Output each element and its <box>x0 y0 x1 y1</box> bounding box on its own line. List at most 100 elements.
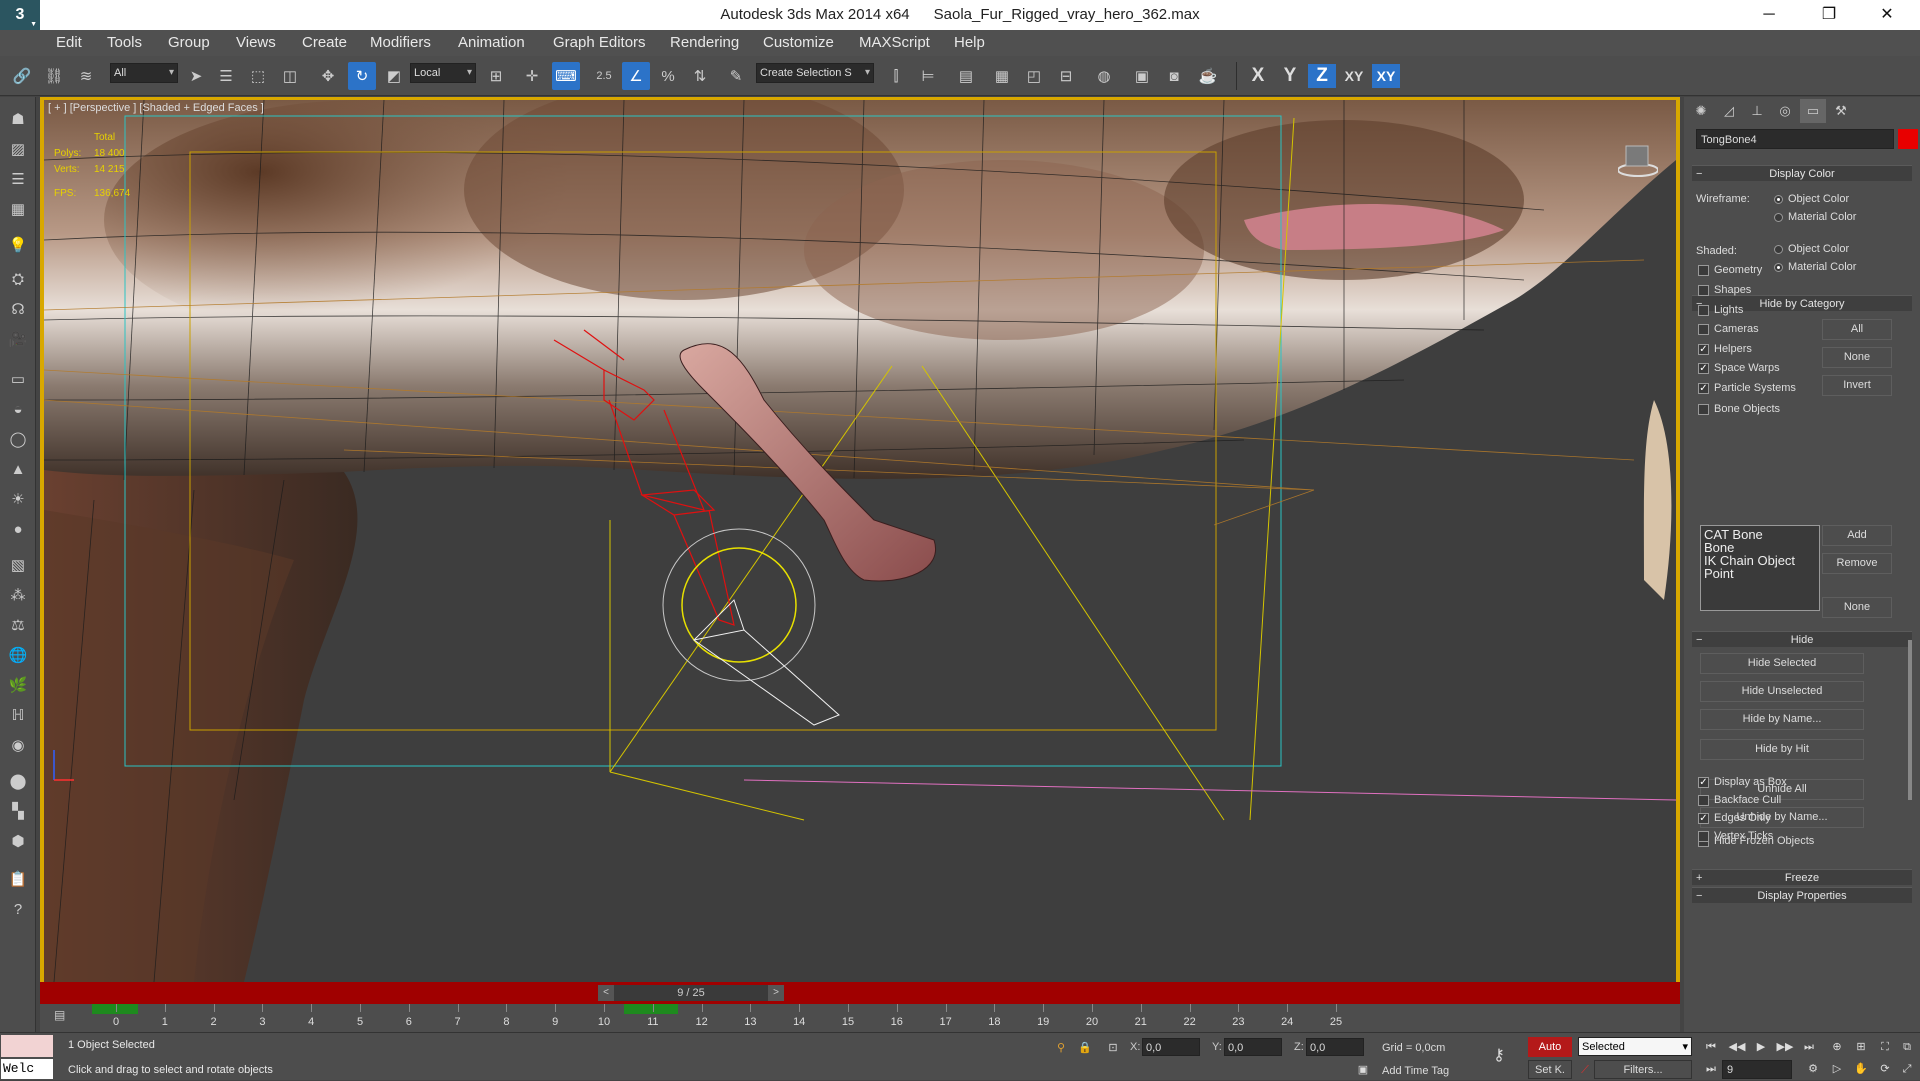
y-coord-field[interactable]: 0,0 <box>1224 1038 1282 1056</box>
display-property-checkbox[interactable]: ✓ <box>1698 777 1709 788</box>
graphite-toggle-icon[interactable]: ▦ <box>988 62 1016 90</box>
key-icon[interactable]: ⚷ <box>1490 1047 1508 1065</box>
previous-frame-icon[interactable]: ◀◀ <box>1728 1038 1746 1056</box>
teapot-icon[interactable]: ☗ <box>5 107 31 131</box>
category-checkbox[interactable] <box>1698 285 1709 296</box>
menu-group[interactable]: Group <box>168 30 210 56</box>
rotate-icon[interactable]: ↻ <box>348 62 376 90</box>
category-checkbox[interactable]: ✓ <box>1698 383 1709 394</box>
time-slider[interactable]: < 9 / 25 > <box>40 982 1680 1004</box>
maximize-viewport-icon[interactable]: ⤢ <box>1898 1060 1916 1078</box>
camera-icon[interactable]: 🎥 <box>5 327 31 351</box>
zoom-extents-all-icon[interactable]: ⧉ <box>1898 1038 1916 1056</box>
object-icon[interactable]: ◉ <box>5 733 31 757</box>
menu-rendering[interactable]: Rendering <box>670 30 739 56</box>
key-filter-selection-dropdown[interactable]: Selected ▾ <box>1578 1037 1692 1056</box>
menu-views[interactable]: Views <box>236 30 276 56</box>
menu-tools[interactable]: Tools <box>107 30 142 56</box>
plant-icon[interactable]: 🌿 <box>5 673 31 697</box>
isolate-selection-icon[interactable]: ⚲ <box>1052 1039 1070 1057</box>
menu-edit[interactable]: Edit <box>56 30 82 56</box>
bone-icon[interactable]: ☊ <box>5 297 31 321</box>
scale-icon[interactable]: ◩ <box>380 62 408 90</box>
category-checkbox[interactable] <box>1698 305 1709 316</box>
menu-maxscript[interactable]: MAXScript <box>859 30 930 56</box>
axis-x-button[interactable]: X <box>1244 64 1272 88</box>
field-of-view-icon[interactable]: ▷ <box>1828 1060 1846 1078</box>
rectangular-selection-icon[interactable]: ⬚ <box>244 62 272 90</box>
helper-icon[interactable]: ⛭ <box>5 267 31 291</box>
window-crossing-icon[interactable]: ◫ <box>276 62 304 90</box>
spinner-snap-icon[interactable]: ⇅ <box>686 62 714 90</box>
z-coord-field[interactable]: 0,0 <box>1306 1038 1364 1056</box>
display-property-checkbox[interactable] <box>1698 795 1709 806</box>
viewport-label[interactable]: [ + ] [Perspective ] [Shaded + Edged Fac… <box>48 102 264 114</box>
category-invert-button[interactable]: Invert <box>1822 375 1892 396</box>
angle-snap-icon[interactable]: ∠ <box>622 62 650 90</box>
globe-icon[interactable]: ⬤ <box>5 769 31 793</box>
orbit-icon[interactable]: ⟳ <box>1876 1060 1894 1078</box>
select-manipulate-icon[interactable]: ✛ <box>518 62 546 90</box>
axis-y-button[interactable]: Y <box>1276 64 1304 88</box>
image-icon[interactable]: ▨ <box>5 137 31 161</box>
schematic-view-icon[interactable]: ⊟ <box>1052 62 1080 90</box>
category-checkbox[interactable]: ✓ <box>1698 363 1709 374</box>
unlink-icon[interactable]: ⛓ <box>40 62 68 90</box>
cone-icon[interactable]: ▲ <box>5 457 31 481</box>
display-color-rollout[interactable]: − Display Color <box>1692 165 1912 181</box>
curve-editor-icon[interactable]: ◰ <box>1020 62 1048 90</box>
layer-manager-icon[interactable]: ▤ <box>952 62 980 90</box>
category-none-button[interactable]: None <box>1822 347 1892 368</box>
display-property-checkbox[interactable]: ✓ <box>1698 813 1709 824</box>
display-tab-icon[interactable]: ▭ <box>1800 99 1826 123</box>
box-icon[interactable]: ▭ <box>5 367 31 391</box>
command-panel-scrollbar[interactable] <box>1908 640 1912 800</box>
clipboard-icon[interactable]: 📋 <box>5 867 31 891</box>
motion-tab-icon[interactable]: ◎ <box>1772 99 1798 123</box>
hide-selected-button[interactable]: Hide Selected <box>1700 653 1864 674</box>
time-config-icon[interactable]: ⚙ <box>1804 1060 1822 1078</box>
category-checkbox[interactable] <box>1698 324 1709 335</box>
key-mode-toggle-icon[interactable]: ⏭ <box>1702 1060 1720 1078</box>
current-frame-field[interactable]: 9 <box>1722 1060 1792 1079</box>
percent-snap-icon[interactable]: % <box>654 62 682 90</box>
edit-named-selection-icon[interactable]: ✎ <box>722 62 750 90</box>
render-production-icon[interactable]: ☕ <box>1194 62 1222 90</box>
category-list-none-button[interactable]: None <box>1822 597 1892 618</box>
keyboard-shortcut-override-icon[interactable]: ⌨ <box>552 62 580 90</box>
cloth-icon[interactable]: ▚ <box>5 799 31 823</box>
category-filter-list[interactable]: CAT Bone Bone IK Chain Object Point <box>1700 525 1820 611</box>
x-coord-field[interactable]: 0,0 <box>1142 1038 1200 1056</box>
pan-view-icon[interactable]: ✋ <box>1852 1060 1870 1078</box>
maxscript-listener-mini[interactable]: Welc <box>0 1033 54 1081</box>
play-icon[interactable]: ▶ <box>1752 1038 1770 1056</box>
maxscript-input[interactable]: Welc <box>1 1059 53 1079</box>
select-by-name-icon[interactable]: ☰ <box>212 62 240 90</box>
time-slider-prev-button[interactable]: < <box>598 985 614 1001</box>
shaded-material-color-radio[interactable] <box>1774 263 1783 272</box>
help-icon[interactable]: ? <box>5 897 31 921</box>
render-icon[interactable]: ⬢ <box>5 829 31 853</box>
particles-icon[interactable]: ⁂ <box>5 583 31 607</box>
set-key-button[interactable]: Set K. <box>1528 1060 1572 1079</box>
link-icon[interactable]: 🔗 <box>8 62 36 90</box>
display-properties-rollout[interactable]: − Display Properties <box>1692 887 1912 903</box>
hide-unselected-button[interactable]: Hide Unselected <box>1700 681 1864 702</box>
trackbar[interactable]: ▤ 0 1 2 3 4 5 6 7 8 9 10 11 12 13 14 15 16 17 18 19 20 21 22 23… <box>40 1004 1680 1032</box>
axis-xy-lock-button[interactable]: XY <box>1372 64 1400 88</box>
zoom-extents-icon[interactable]: ⛶ <box>1876 1038 1894 1056</box>
category-checkbox[interactable] <box>1698 265 1709 276</box>
menu-graph-editors[interactable]: Graph Editors <box>553 30 646 56</box>
time-tag-icon[interactable]: ▣ <box>1354 1061 1372 1079</box>
wireframe-material-color-radio[interactable] <box>1774 213 1783 222</box>
menu-create[interactable]: Create <box>302 30 347 56</box>
category-all-button[interactable]: All <box>1822 319 1892 340</box>
rendered-frame-window-icon[interactable]: ◙ <box>1160 62 1188 90</box>
zoom-all-icon[interactable]: ⊞ <box>1852 1038 1870 1056</box>
next-frame-icon[interactable]: ▶▶ <box>1776 1038 1794 1056</box>
add-time-tag[interactable]: Add Time Tag <box>1382 1065 1449 1077</box>
time-slider-next-button[interactable]: > <box>768 985 784 1001</box>
dot-icon[interactable]: ● <box>5 517 31 541</box>
hatch-icon[interactable]: ▧ <box>5 553 31 577</box>
time-slider-thumb[interactable]: < 9 / 25 > <box>598 985 784 1001</box>
